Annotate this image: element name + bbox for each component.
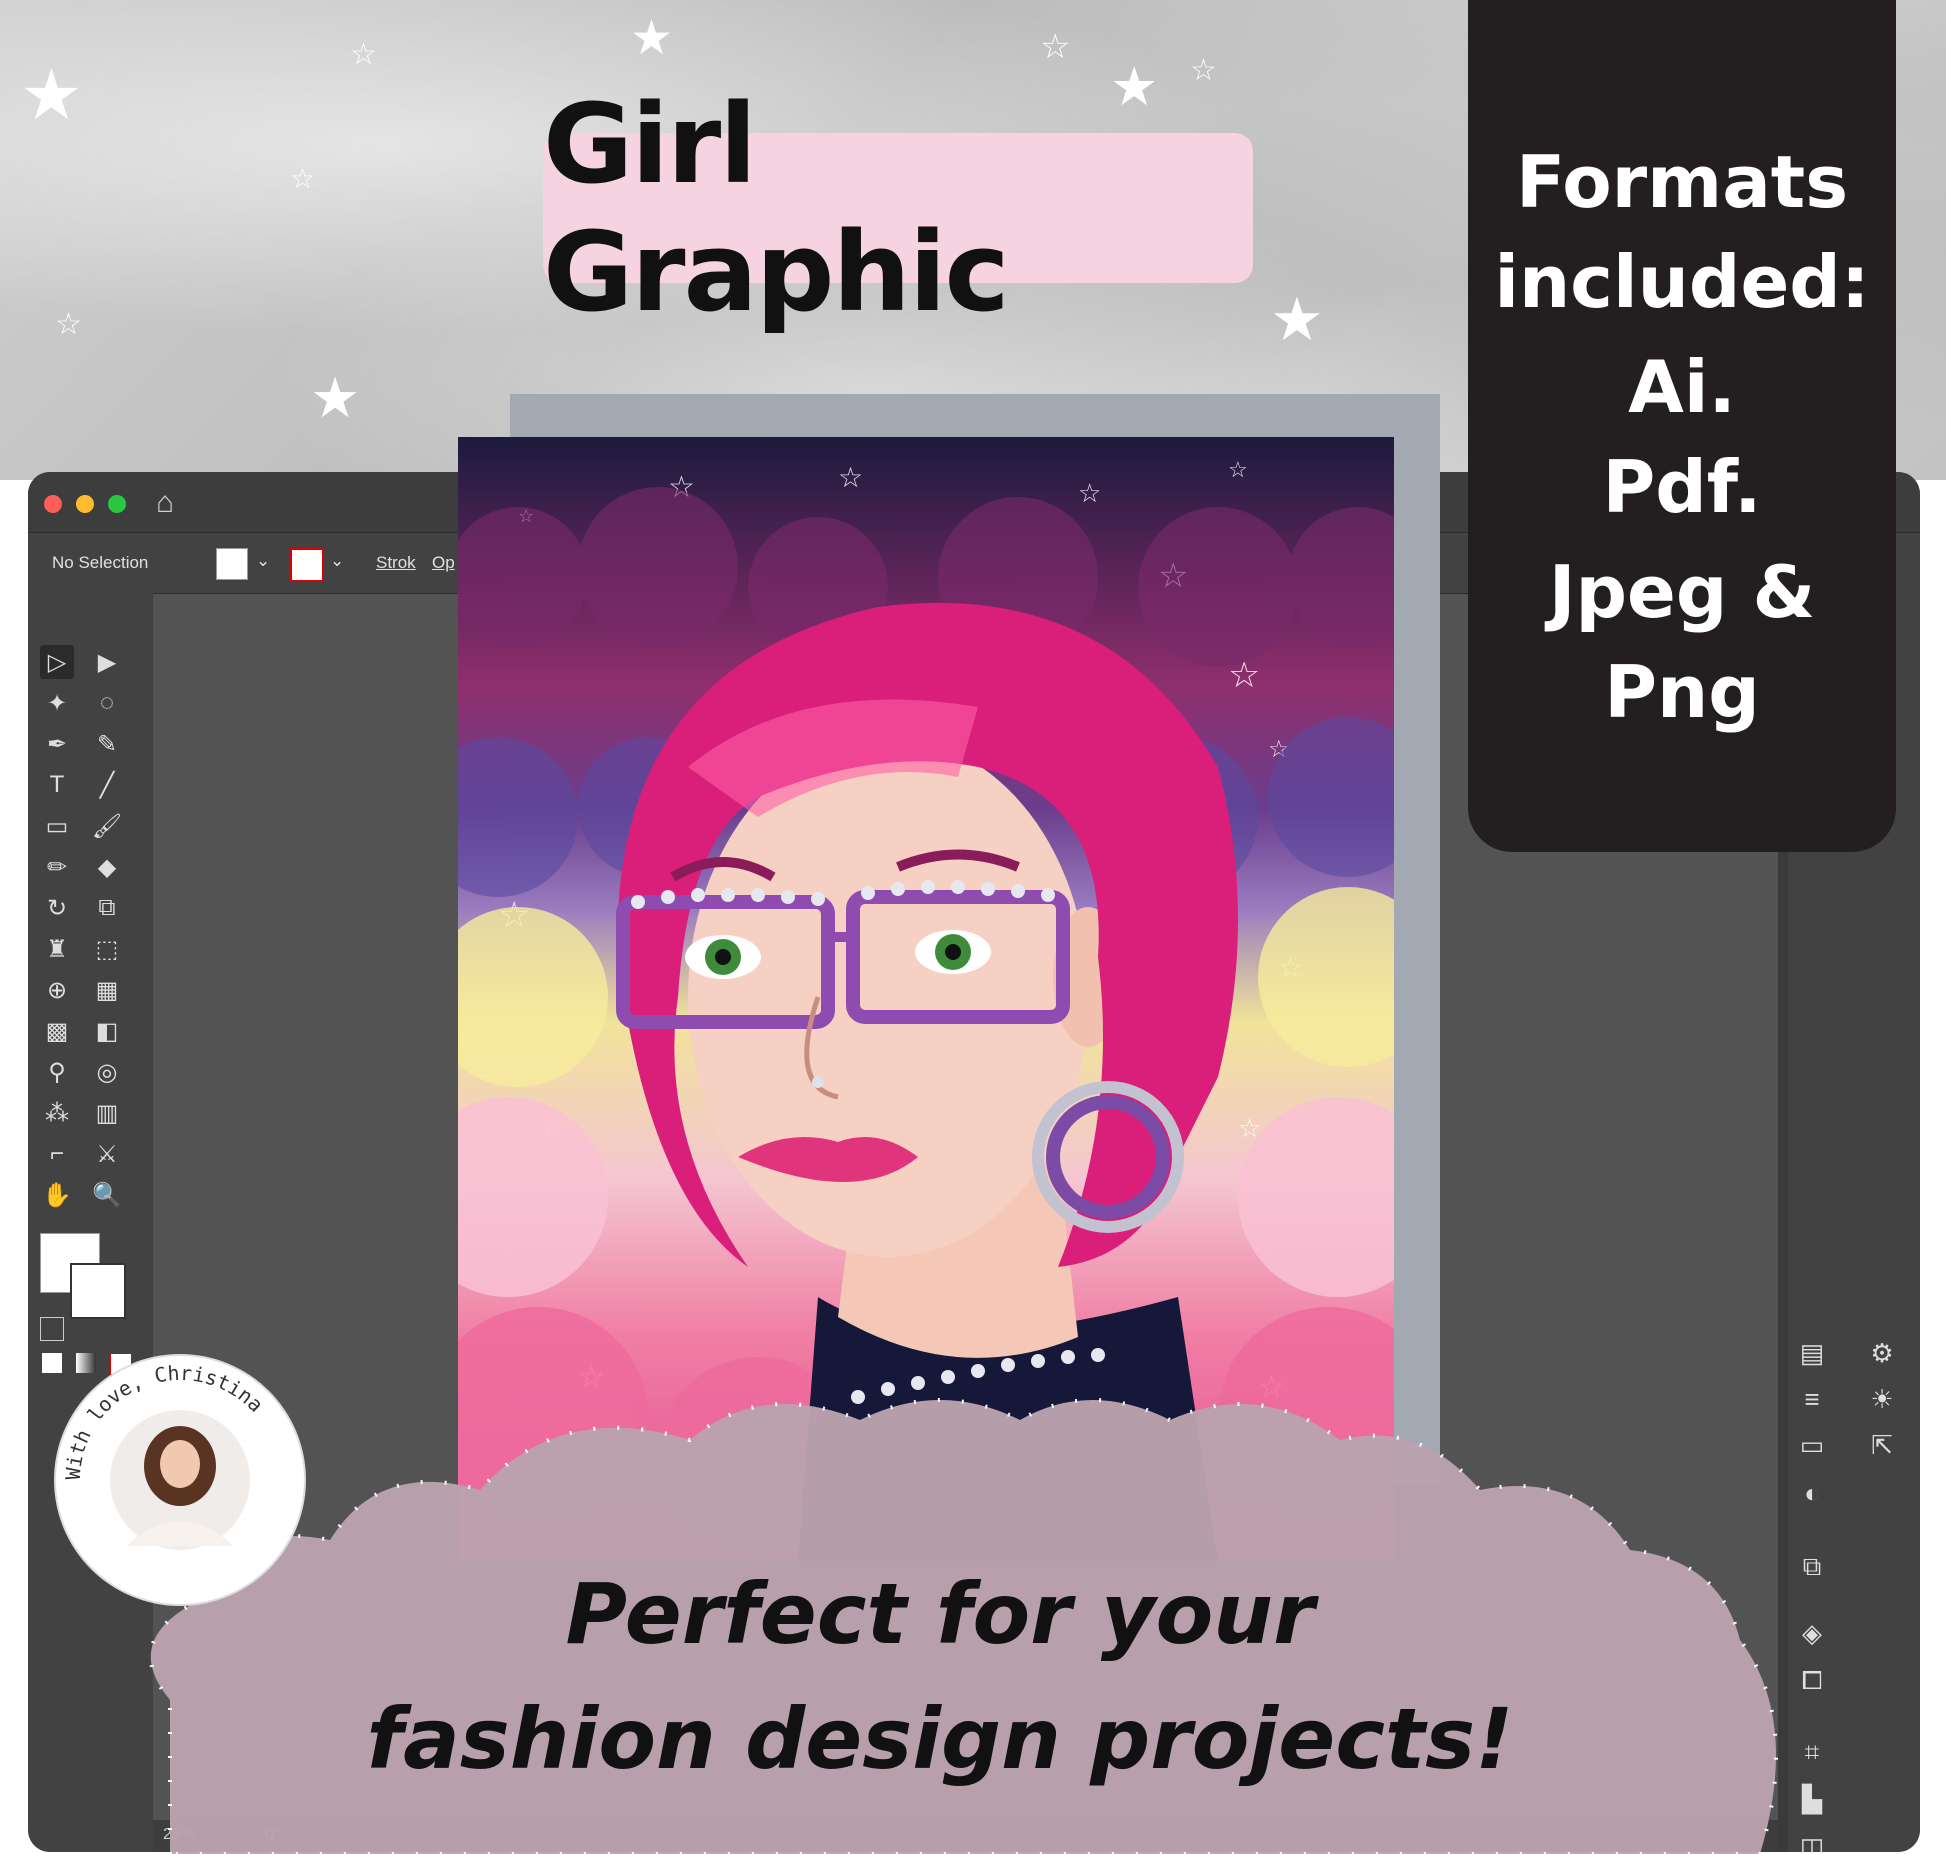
author-badge: With love, Christina	[56, 1356, 304, 1604]
formats-line: Pdf.	[1602, 445, 1762, 529]
formats-line: Png	[1604, 650, 1760, 734]
promo-line-1: Perfect for your	[565, 1565, 1315, 1663]
promo-line-2: fashion design projects!	[366, 1690, 1514, 1788]
formats-panel: Formats included: Ai. Pdf. Jpeg & Png	[1468, 0, 1896, 852]
formats-line: Ai.	[1628, 345, 1736, 429]
badge-graphic: With love, Christina	[61, 1361, 268, 1550]
formats-line: Jpeg &	[1548, 550, 1816, 634]
formats-line: included:	[1494, 240, 1870, 324]
formats-line: Formats	[1515, 140, 1849, 224]
